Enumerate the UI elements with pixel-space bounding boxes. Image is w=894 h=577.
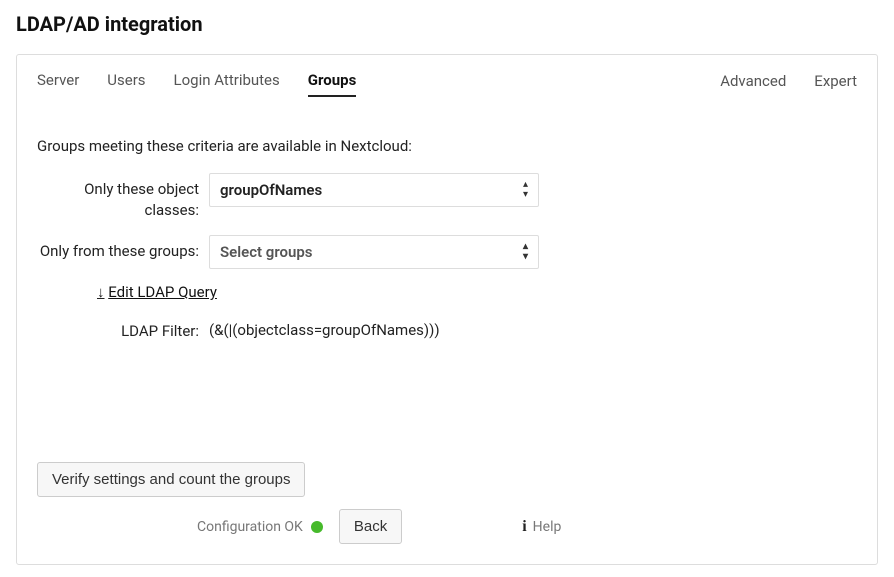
chevron-updown-icon: ▴▾ [523,242,528,262]
label-ldap-filter: LDAP Filter: [37,315,209,342]
tab-login-attributes[interactable]: Login Attributes [174,71,280,97]
chevron-updown-icon: ▴▾ [523,180,528,200]
edit-ldap-query-link[interactable]: Edit LDAP Query [108,283,217,301]
tab-advanced[interactable]: Advanced [720,72,786,96]
bottom-actions: Verify settings and count the groups Con… [37,462,857,544]
back-button[interactable]: Back [339,509,402,544]
tab-server[interactable]: Server [37,71,79,97]
tab-bar-left: Server Users Login Attributes Groups [37,71,356,97]
row-ldap-filter: LDAP Filter: (&(|(objectclass=groupOfNam… [37,315,857,342]
arrow-down-icon: ↓ [97,283,105,301]
status-left: Configuration OK Back [197,509,402,544]
select-from-groups[interactable]: Select groups ▴▾ [209,235,539,269]
status-ok-icon [311,521,323,533]
label-object-classes: Only these object classes: [37,173,209,221]
label-from-groups: Only from these groups: [37,235,209,262]
page-title: LDAP/AD integration [16,12,878,36]
info-icon: i [522,518,526,536]
tab-users[interactable]: Users [107,71,145,97]
tab-expert[interactable]: Expert [814,72,857,96]
select-from-groups-placeholder: Select groups [220,243,313,261]
status-text: Configuration OK [197,519,303,535]
tab-bar: Server Users Login Attributes Groups Adv… [37,71,857,97]
row-from-groups: Only from these groups: Select groups ▴▾ [37,235,857,269]
row-object-classes: Only these object classes: groupOfNames … [37,173,857,221]
help-label: Help [533,519,562,535]
tab-groups[interactable]: Groups [308,71,357,97]
ldap-filter-value: (&(|(objectclass=groupOfNames))) [209,315,440,339]
status-row: Configuration OK Back i Help [37,509,857,544]
help-link[interactable]: i Help [522,518,561,536]
select-object-classes[interactable]: groupOfNames ▴▾ [209,173,539,207]
tab-bar-right: Advanced Expert [720,72,857,96]
select-object-classes-value: groupOfNames [220,181,322,199]
settings-panel: Server Users Login Attributes Groups Adv… [16,54,878,565]
row-edit-query: ↓ Edit LDAP Query [37,283,857,301]
intro-text: Groups meeting these criteria are availa… [37,137,857,155]
verify-button[interactable]: Verify settings and count the groups [37,462,305,497]
